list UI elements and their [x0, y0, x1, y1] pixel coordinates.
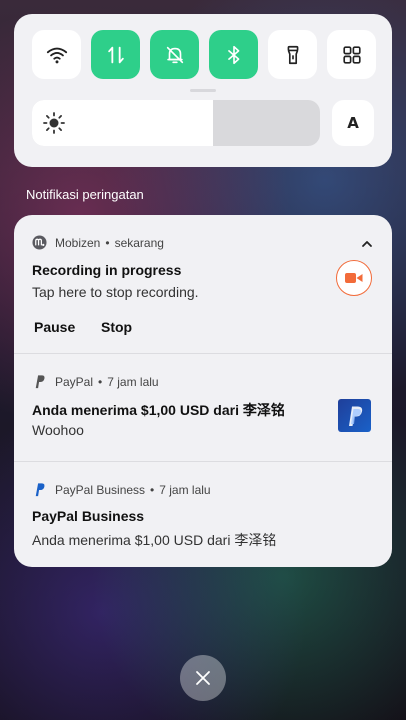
notification-body: Tap here to stop recording.: [32, 284, 199, 300]
paypal-icon: [35, 375, 45, 389]
mobile-data-icon: [107, 46, 124, 63]
mobile-data-toggle[interactable]: [91, 30, 140, 79]
recording-indicator[interactable]: [336, 260, 372, 296]
pause-button[interactable]: Pause: [34, 319, 75, 335]
notification-panel: Mobizen • sekarang Recording in progress…: [14, 215, 392, 567]
silent-bell-icon: [166, 46, 183, 63]
notification-time: sekarang: [114, 235, 164, 250]
paypal-app-thumbnail: [338, 399, 371, 432]
notification-paypal-business[interactable]: PayPal Business • 7 jam lalu PayPal Busi…: [14, 462, 392, 567]
quick-settings-panel: A: [14, 14, 392, 167]
notification-title: Recording in progress: [32, 262, 182, 278]
notification-time: 7 jam lalu: [159, 482, 211, 497]
video-camera-icon: [345, 273, 363, 283]
separator-dot: •: [150, 482, 155, 497]
more-tiles-button[interactable]: [327, 30, 376, 79]
notification-header: PayPal Business • 7 jam lalu: [32, 482, 211, 497]
clear-notifications-button[interactable]: [180, 655, 226, 701]
app-name: Mobizen: [55, 235, 101, 250]
paypal-icon: [348, 406, 362, 426]
wifi-icon: [46, 47, 67, 63]
silent-mode-toggle[interactable]: [150, 30, 199, 79]
notification-time: 7 jam lalu: [107, 374, 159, 389]
paypal-icon: [35, 483, 45, 497]
separator-dot: •: [98, 374, 103, 389]
close-icon: [196, 671, 210, 685]
panel-drag-handle[interactable]: [190, 89, 216, 92]
bluetooth-toggle[interactable]: [209, 30, 258, 79]
wifi-toggle[interactable]: [32, 30, 81, 79]
stop-button[interactable]: Stop: [101, 319, 132, 335]
notification-title: Anda menerima $1,00 USD dari 李泽铭: [32, 402, 285, 418]
sun-icon: [43, 112, 65, 134]
notification-mobizen[interactable]: Mobizen • sekarang Recording in progress…: [14, 215, 392, 353]
section-label: Notifikasi peringatan: [26, 187, 144, 202]
brightness-slider[interactable]: [32, 100, 320, 146]
notification-header: Mobizen • sekarang: [32, 235, 164, 250]
notification-header: PayPal • 7 jam lalu: [32, 374, 159, 389]
separator-dot: •: [105, 235, 110, 250]
flashlight-toggle[interactable]: [268, 30, 317, 79]
grid-menu-icon: [342, 45, 361, 64]
notification-paypal[interactable]: PayPal • 7 jam lalu Anda menerima $1,00 …: [14, 354, 392, 461]
notification-title: PayPal Business: [32, 508, 145, 524]
app-name: PayPal: [55, 374, 94, 389]
chevron-up-icon[interactable]: [360, 237, 374, 251]
notification-body: Woohoo: [32, 422, 84, 438]
auto-brightness-button[interactable]: A: [332, 100, 374, 146]
app-name: PayPal Business: [55, 482, 146, 497]
flashlight-icon: [287, 45, 298, 64]
bluetooth-icon: [227, 45, 239, 64]
notification-body: Anda menerima $1,00 USD dari 李泽铭: [32, 532, 277, 548]
mobizen-icon: [32, 235, 47, 250]
